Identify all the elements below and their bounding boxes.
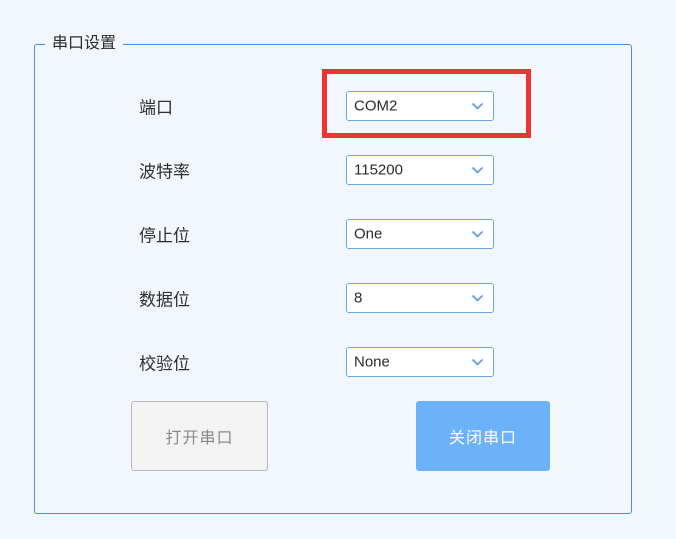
- label-data-bits: 数据位: [139, 290, 190, 310]
- stop-bits-dropdown[interactable]: One: [346, 219, 494, 249]
- port-dropdown[interactable]: COM2: [346, 91, 494, 121]
- baud-rate-dropdown[interactable]: 115200: [346, 155, 494, 185]
- close-serial-port-button[interactable]: 关闭串口: [416, 401, 550, 471]
- chevron-down-icon: [471, 164, 484, 177]
- data-bits-dropdown[interactable]: 8: [346, 283, 494, 313]
- parity-dropdown-value: None: [354, 353, 390, 371]
- label-stop-bits: 停止位: [139, 226, 190, 246]
- form-row-baud-rate: 波特率 115200: [35, 155, 631, 185]
- label-baud-rate: 波特率: [139, 162, 190, 182]
- stop-bits-dropdown-value: One: [354, 225, 383, 243]
- serial-port-settings-panel: 串口设置 端口 COM2 波特率 115200 停止位 One 数据位 8 校验…: [34, 34, 632, 514]
- chevron-down-icon: [471, 292, 484, 305]
- form-row-data-bits: 数据位 8: [35, 283, 631, 313]
- label-parity: 校验位: [139, 354, 190, 374]
- parity-dropdown[interactable]: None: [346, 347, 494, 377]
- port-dropdown-value: COM2: [354, 97, 398, 115]
- data-bits-dropdown-value: 8: [354, 289, 363, 307]
- chevron-down-icon: [471, 356, 484, 369]
- open-serial-port-button[interactable]: 打开串口: [131, 401, 268, 471]
- form-row-stop-bits: 停止位 One: [35, 219, 631, 249]
- form-row-port: 端口 COM2: [35, 91, 631, 121]
- form-row-parity: 校验位 None: [35, 347, 631, 377]
- settings-form: 端口 COM2 波特率 115200 停止位 One 数据位 8 校验位 Non…: [35, 45, 631, 513]
- chevron-down-icon: [471, 228, 484, 241]
- chevron-down-icon: [471, 100, 484, 113]
- baud-rate-dropdown-value: 115200: [354, 161, 403, 179]
- label-port: 端口: [139, 98, 173, 118]
